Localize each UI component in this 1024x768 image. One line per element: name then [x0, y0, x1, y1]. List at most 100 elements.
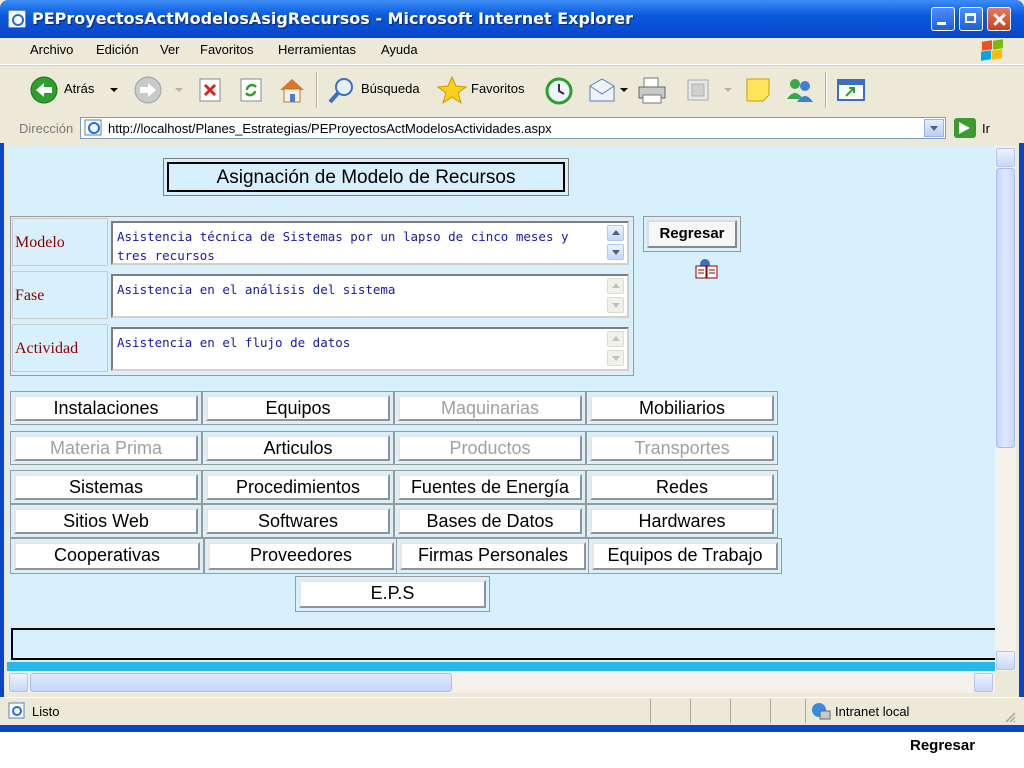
ie-page-icon [8, 10, 26, 28]
fase-textarea[interactable]: Asistencia en el análisis del sistema [111, 274, 629, 318]
maximize-button[interactable] [959, 7, 983, 31]
regresar-footer-link[interactable]: Regresar [910, 737, 975, 754]
go-arrow-icon[interactable] [954, 118, 976, 138]
favorites-button-label[interactable]: Favoritos [471, 81, 524, 96]
resource-button-cell: Softwares [202, 504, 394, 538]
mobiliarios-button[interactable]: Mobiliarios [590, 395, 774, 421]
refresh-icon[interactable] [239, 77, 265, 103]
history-icon[interactable] [544, 76, 574, 106]
fuentes-de-energia-button[interactable]: Fuentes de Energía [398, 474, 582, 500]
edit-page-icon[interactable] [686, 78, 710, 102]
resource-button-cell: Equipos [202, 391, 394, 425]
status-divider [805, 699, 806, 723]
discuss-note-icon[interactable] [744, 76, 772, 104]
sitios-web-button[interactable]: Sitios Web [14, 508, 198, 534]
status-divider [730, 699, 731, 723]
scroll-right-arrow-icon[interactable] [974, 673, 993, 692]
procedimientos-button[interactable]: Procedimientos [206, 474, 390, 500]
eps-button[interactable]: E.P.S [299, 580, 486, 608]
resize-grip-icon[interactable] [1004, 711, 1016, 723]
title-bar[interactable]: PEProyectosActModelosAsigRecursos - Micr… [0, 0, 1024, 38]
go-button-label[interactable]: Ir [982, 121, 990, 136]
field-value: Asistencia en el flujo de datos [117, 335, 351, 350]
messenger-icon[interactable] [784, 75, 816, 105]
resource-button-cell: Redes [586, 470, 778, 504]
status-divider [650, 699, 651, 723]
menu-ver[interactable]: Ver [160, 42, 180, 57]
page-heading-box: Asignación de Modelo de Recursos [163, 158, 569, 196]
modelo-textarea[interactable]: Asistencia técnica de Sistemas por un la… [111, 221, 629, 265]
open-book-icon[interactable] [694, 258, 720, 280]
status-divider [690, 699, 691, 723]
back-arrow-icon[interactable] [30, 76, 60, 104]
redes-button[interactable]: Redes [590, 474, 774, 500]
close-button[interactable] [987, 7, 1011, 31]
instalaciones-button[interactable]: Instalaciones [14, 395, 198, 421]
browser-window: PEProyectosActModelosAsigRecursos - Micr… [0, 0, 1024, 732]
search-button-label[interactable]: Búsqueda [361, 81, 420, 96]
softwares-button[interactable]: Softwares [206, 508, 390, 534]
stop-icon[interactable] [198, 77, 224, 103]
windows-logo-icon [980, 39, 1006, 62]
scroll-up-icon[interactable] [607, 278, 624, 294]
mail-icon[interactable] [587, 76, 619, 104]
equipos-button[interactable]: Equipos [206, 395, 390, 421]
menu-herramientas[interactable]: Herramientas [278, 42, 356, 57]
print-icon[interactable] [636, 75, 668, 105]
mail-dropdown-icon[interactable] [619, 86, 629, 94]
research-window-icon[interactable] [836, 77, 866, 103]
forward-arrow-icon[interactable] [134, 76, 164, 104]
window-title: PEProyectosActModelosAsigRecursos - Micr… [32, 9, 634, 28]
forward-dropdown-icon[interactable] [174, 86, 184, 94]
resource-button-cell: Materia Prima [10, 431, 202, 465]
field-value: Asistencia técnica de Sistemas por un la… [117, 229, 569, 263]
edit-dropdown-icon[interactable] [723, 86, 733, 94]
horizontal-scroll-thumb[interactable] [30, 673, 452, 692]
resource-button-cell: Bases de Datos [394, 504, 586, 538]
menu-ayuda[interactable]: Ayuda [381, 42, 418, 57]
menu-bar: Archivo Edición Ver Favoritos Herramient… [0, 38, 1024, 65]
favorites-star-icon[interactable] [436, 74, 468, 106]
hardwares-button[interactable]: Hardwares [590, 508, 774, 534]
transportes-button: Transportes [590, 435, 774, 461]
sistemas-button[interactable]: Sistemas [14, 474, 198, 500]
resource-button-cell: Equipos de Trabajo [588, 538, 782, 574]
scroll-left-arrow-icon[interactable] [9, 673, 28, 692]
articulos-button[interactable]: Articulos [206, 435, 390, 461]
scroll-up-icon[interactable] [607, 331, 624, 347]
bases-de-datos-button[interactable]: Bases de Datos [398, 508, 582, 534]
search-icon[interactable] [327, 76, 357, 106]
page-title: Asignación de Modelo de Recursos [167, 162, 565, 192]
address-url[interactable]: http://localhost/Planes_Estrategias/PEPr… [108, 121, 552, 136]
cooperativas-button[interactable]: Cooperativas [14, 542, 200, 570]
firmas-personales-button[interactable]: Firmas Personales [400, 542, 586, 570]
resource-button-cell: Transportes [586, 431, 778, 465]
menu-archivo[interactable]: Archivo [30, 42, 73, 57]
status-divider [770, 699, 771, 723]
field-row-actividad: Actividad Asistencia en el flujo de dato… [11, 323, 633, 375]
back-dropdown-icon[interactable] [109, 86, 119, 94]
scroll-down-icon[interactable] [607, 244, 624, 260]
status-text: Listo [32, 704, 60, 719]
actividad-textarea[interactable]: Asistencia en el flujo de datos [111, 327, 629, 371]
resource-button-cell: Firmas Personales [396, 538, 590, 574]
vertical-scroll-thumb[interactable] [996, 168, 1015, 448]
address-dropdown-icon[interactable] [924, 119, 944, 137]
menu-edicion[interactable]: Edición [96, 42, 139, 57]
scroll-up-icon[interactable] [607, 225, 624, 241]
scroll-up-arrow-icon[interactable] [996, 148, 1015, 167]
home-icon[interactable] [277, 75, 307, 105]
message-panel [11, 628, 1001, 660]
minimize-button[interactable] [931, 7, 955, 31]
regresar-button[interactable]: Regresar [647, 220, 737, 248]
scroll-down-icon[interactable] [607, 297, 624, 313]
scroll-down-icon[interactable] [607, 350, 624, 366]
resource-button-cell: Mobiliarios [586, 391, 778, 425]
back-button-label[interactable]: Atrás [64, 81, 94, 96]
scroll-down-arrow-icon[interactable] [996, 651, 1015, 670]
proveedores-button[interactable]: Proveedores [208, 542, 394, 570]
field-row-modelo: Modelo Asistencia técnica de Sistemas po… [11, 217, 633, 269]
menu-favoritos[interactable]: Favoritos [200, 42, 253, 57]
resource-button-cell: Hardwares [586, 504, 778, 538]
equipos-de-trabajo-button[interactable]: Equipos de Trabajo [592, 542, 778, 570]
